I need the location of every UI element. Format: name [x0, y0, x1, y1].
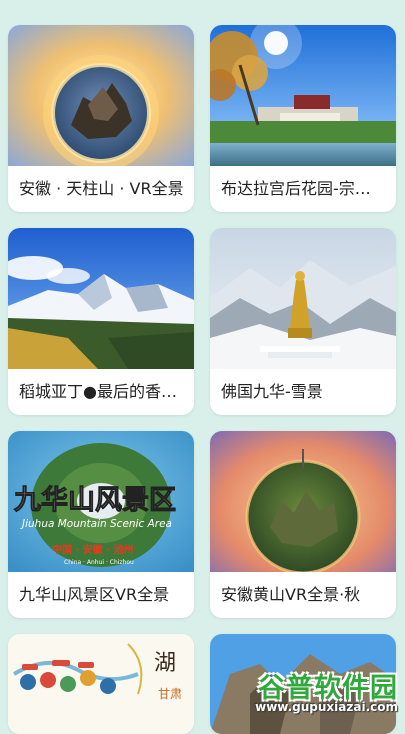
- thumbnail-huangshan-vr: [210, 431, 396, 572]
- image-subtitle-text: Jiuhua Mountain Scenic Area: [20, 518, 172, 530]
- card-title: 布达拉宫后花园-宗角禄康: [221, 179, 386, 198]
- scenic-card-tianzhushan[interactable]: 安徽 · 天柱山 · VR全景: [8, 25, 194, 212]
- card-title: 稻城亚丁●最后的香格里拉: [19, 382, 184, 401]
- thumbnail-potala: [210, 25, 396, 166]
- card-title: 安徽黄山VR全景·秋: [221, 585, 361, 604]
- thumbnail-stone-peaks: [210, 634, 396, 734]
- image-tag-text: 中国 · 安徽 · 池州: [52, 543, 134, 556]
- thumbnail-jiuhuashan-vr: 九华山风景区 Jiuhua Mountain Scenic Area 中国 · …: [8, 431, 194, 572]
- thumbnail-tianzhushan: [8, 25, 194, 166]
- thumbnail-jiuhua-snow: [210, 228, 396, 369]
- scenic-card-stone-peaks[interactable]: [210, 634, 396, 734]
- image-char-text: 湖: [154, 651, 176, 676]
- thumbnail-gansu-map: 湖 甘肃: [8, 634, 194, 734]
- card-title: 安徽 · 天柱山 · VR全景: [19, 179, 184, 198]
- scenic-grid: 安徽 · 天柱山 · VR全景 布达拉宫后花园-宗角禄康 稻城亚丁●最后的香格 …: [0, 0, 405, 734]
- card-title: 九华山风景区VR全景: [19, 585, 170, 604]
- image-title-text: 九华山风景区: [14, 484, 176, 516]
- image-tag-en-text: China · Anhui · Chizhou: [64, 559, 134, 566]
- scenic-card-potala[interactable]: 布达拉宫后花园-宗角禄康: [210, 25, 396, 212]
- thumbnail-daocheng-yading: [8, 228, 194, 369]
- card-title: 佛国九华-雪景: [221, 382, 323, 401]
- scenic-card-gansu-map[interactable]: 湖 甘肃: [8, 634, 194, 734]
- image-province-text: 甘肃: [158, 687, 182, 701]
- scenic-card-jiuhuashan-vr[interactable]: 九华山风景区 Jiuhua Mountain Scenic Area 中国 · …: [8, 431, 194, 618]
- scenic-card-huangshan-vr[interactable]: 安徽黄山VR全景·秋: [210, 431, 396, 618]
- scenic-card-jiuhua-snow[interactable]: 佛国九华-雪景: [210, 228, 396, 415]
- scenic-card-daocheng-yading[interactable]: 稻城亚丁●最后的香格里拉: [8, 228, 194, 415]
